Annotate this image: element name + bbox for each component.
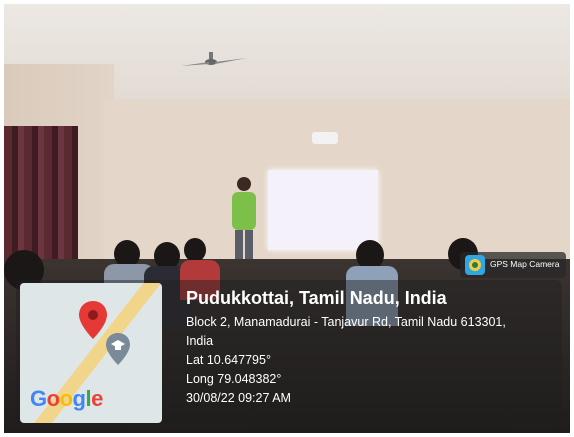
latitude: Lat 10.647795°	[186, 353, 271, 367]
map-pin-icon	[79, 301, 107, 339]
location-title: Pudukkottai, Tamil Nadu, India	[186, 288, 447, 308]
projector	[312, 132, 338, 144]
datetime: 30/08/22 09:27 AM	[186, 391, 291, 405]
ceiling-fan-icon	[181, 52, 247, 66]
badge-label: GPS Map Camera	[490, 259, 560, 269]
country-line: India	[186, 334, 214, 348]
gps-map-camera-icon	[465, 255, 485, 275]
graduation-cap-place-icon	[106, 333, 130, 365]
google-logo: Google	[30, 386, 103, 411]
address-line: Block 2, Manamadurai - Tanjavur Rd, Tami…	[186, 315, 506, 329]
student-head	[184, 238, 206, 262]
map-thumbnail[interactable]: Google	[20, 283, 162, 423]
location-info: Pudukkottai, Tamil Nadu, India Block 2, …	[186, 288, 566, 408]
longitude: Long 79.048382°	[186, 372, 282, 386]
gps-map-camera-badge: GPS Map Camera	[460, 252, 566, 278]
projection-screen	[268, 170, 378, 250]
